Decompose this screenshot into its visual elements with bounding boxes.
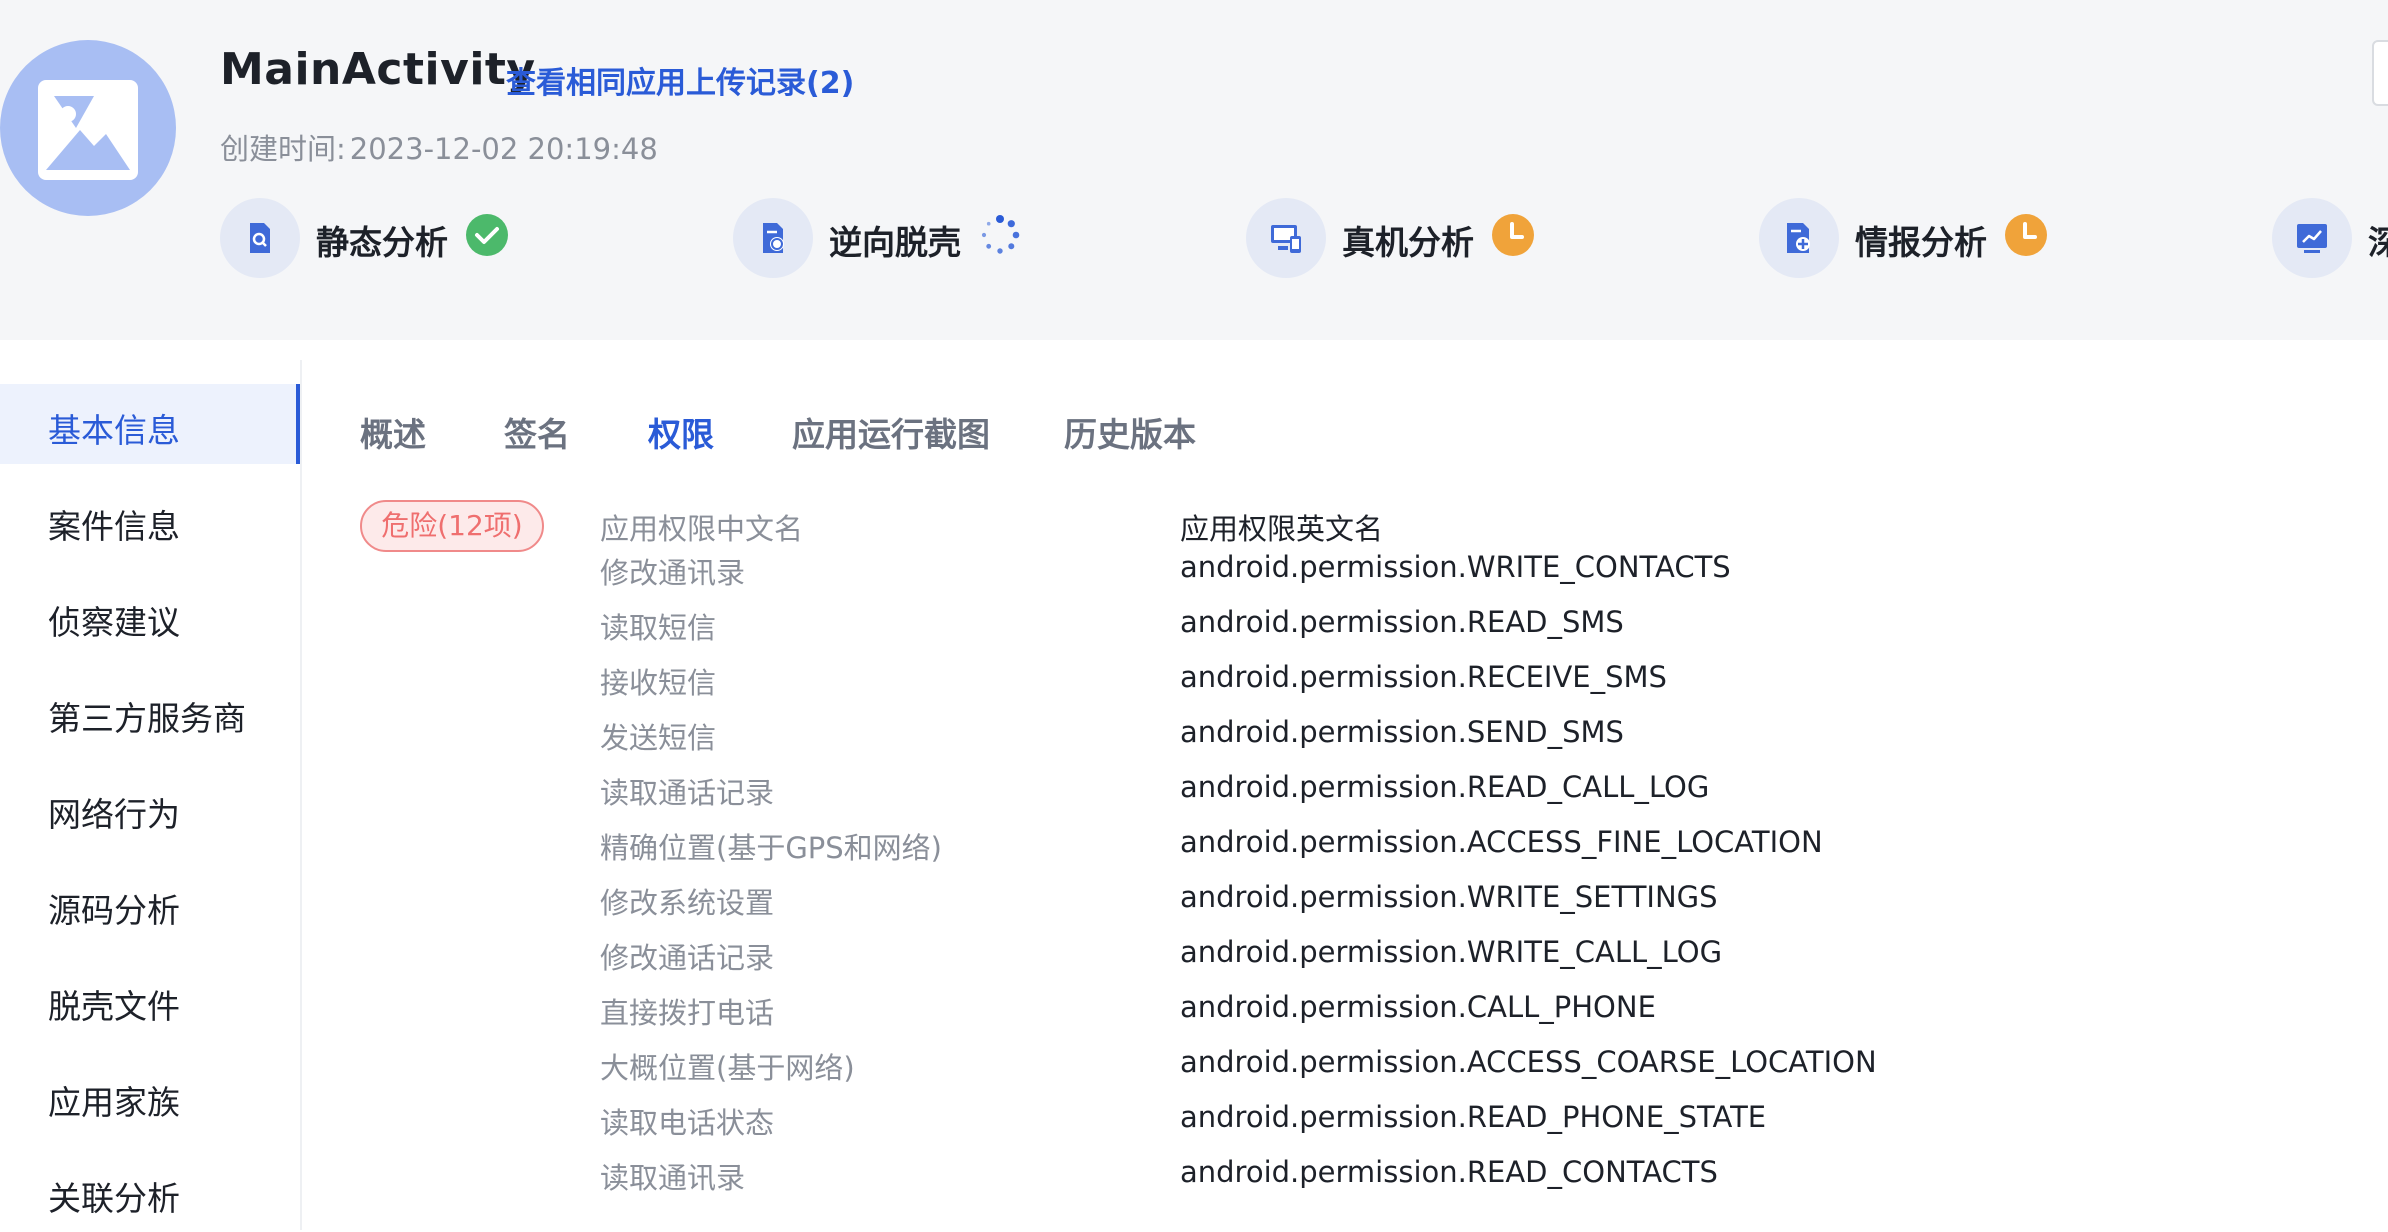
sidebar-item-investigation-advice[interactable]: 侦察建议	[0, 576, 300, 656]
sidebar: 基本信息 案件信息 侦察建议 第三方服务商 网络行为 源码分析 脱壳文件 应用家…	[0, 360, 302, 1230]
tab-history-versions[interactable]: 历史版本	[1064, 408, 1196, 456]
permission-cn-name: 修改通讯录	[600, 556, 746, 590]
permission-en-name: android.permission.WRITE_CONTACTS	[1180, 550, 1731, 584]
tab-runtime-screenshots[interactable]: 应用运行截图	[792, 408, 990, 456]
permission-row: 读取电话状态 android.permission.READ_PHONE_STA…	[600, 1100, 2300, 1150]
permission-row: 直接拨打电话 android.permission.CALL_PHONE	[600, 990, 2300, 1040]
doc-unpack-icon	[733, 198, 813, 278]
permission-row: 发送短信 android.permission.SEND_SMS	[600, 715, 2300, 765]
permission-row: 读取通讯录 android.permission.READ_CONTACTS	[600, 1155, 2300, 1205]
app-image-placeholder-icon	[0, 40, 176, 216]
clock-pending-icon	[2005, 214, 2047, 256]
app-header: MainActivity 查看相同应用上传记录(2) 创建时间: 2023-12-…	[0, 0, 2388, 340]
column-header-cn-name: 应用权限中文名	[600, 512, 804, 546]
check-circle-icon	[466, 214, 508, 256]
app-name: MainActivity	[220, 44, 536, 95]
permission-cn-name: 发送短信	[600, 721, 717, 755]
permission-en-name: android.permission.SEND_SMS	[1180, 715, 1624, 749]
sidebar-item-label: 基本信息	[48, 411, 180, 450]
permission-cn-name: 修改系统设置	[600, 886, 775, 920]
step-device-analysis[interactable]: 真机分析	[1246, 198, 1546, 278]
sidebar-item-label: 脱壳文件	[48, 987, 180, 1026]
sidebar-item-label: 关联分析	[48, 1179, 180, 1218]
step-label: 逆向脱壳	[829, 223, 961, 262]
doc-intel-icon	[1759, 198, 1839, 278]
sidebar-item-case-info[interactable]: 案件信息	[0, 480, 300, 560]
created-time-label: 创建时间:	[220, 132, 346, 166]
analysis-steps: 静态分析 逆向脱壳 真机分析 情报分析 深	[220, 198, 2388, 278]
step-static-analysis[interactable]: 静态分析	[220, 198, 520, 278]
permission-row: 修改通讯录 android.permission.WRITE_CONTACTS	[600, 550, 2300, 600]
permission-row: 修改系统设置 android.permission.WRITE_SETTINGS	[600, 880, 2300, 930]
sidebar-item-third-party[interactable]: 第三方服务商	[0, 672, 300, 752]
created-time-value: 2023-12-02 20:19:48	[349, 132, 658, 166]
sidebar-item-source-analysis[interactable]: 源码分析	[0, 864, 300, 944]
permission-en-name: android.permission.CALL_PHONE	[1180, 990, 1656, 1024]
loading-spinner-icon	[979, 214, 1021, 256]
sidebar-item-label: 侦察建议	[48, 603, 180, 642]
sidebar-item-label: 第三方服务商	[48, 699, 246, 738]
permission-cn-name: 精确位置(基于GPS和网络)	[600, 831, 942, 865]
sidebar-item-app-family[interactable]: 应用家族	[0, 1056, 300, 1136]
header-right-control[interactable]	[2372, 40, 2388, 106]
created-time: 创建时间: 2023-12-02 20:19:48	[220, 126, 658, 168]
doc-search-icon	[220, 198, 300, 278]
permission-row: 大概位置(基于网络) android.permission.ACCESS_COA…	[600, 1045, 2300, 1095]
permission-cn-name: 读取通讯录	[600, 1161, 746, 1195]
permission-en-name: android.permission.ACCESS_FINE_LOCATION	[1180, 825, 1823, 859]
permission-row: 精确位置(基于GPS和网络) android.permission.ACCESS…	[600, 825, 2300, 875]
step-deep-analysis[interactable]: 深	[2272, 198, 2388, 278]
permission-row: 读取通话记录 android.permission.READ_CALL_LOG	[600, 770, 2300, 820]
tab-overview[interactable]: 概述	[360, 408, 426, 456]
permission-row: 修改通话记录 android.permission.WRITE_CALL_LOG	[600, 935, 2300, 985]
sidebar-item-basic-info[interactable]: 基本信息	[0, 384, 300, 464]
permission-en-name: android.permission.WRITE_SETTINGS	[1180, 880, 1718, 914]
step-reverse-unpack[interactable]: 逆向脱壳	[733, 198, 1033, 278]
permission-cn-name: 直接拨打电话	[600, 996, 775, 1030]
sidebar-item-network-behavior[interactable]: 网络行为	[0, 768, 300, 848]
permission-row: 读取短信 android.permission.READ_SMS	[600, 605, 2300, 655]
permission-en-name: android.permission.RECEIVE_SMS	[1180, 660, 1667, 694]
tab-permissions[interactable]: 权限	[648, 408, 714, 456]
tab-signature[interactable]: 签名	[504, 408, 570, 456]
step-label: 情报分析	[1855, 223, 1987, 262]
upload-history-link[interactable]: 查看相同应用上传记录(2)	[506, 58, 854, 102]
step-intel-analysis[interactable]: 情报分析	[1759, 198, 2059, 278]
device-monitor-icon	[1246, 198, 1326, 278]
permission-en-name: android.permission.READ_CONTACTS	[1180, 1155, 1718, 1189]
sidebar-item-unpacked-files[interactable]: 脱壳文件	[0, 960, 300, 1040]
column-header-en-name: 应用权限英文名	[1180, 512, 1384, 546]
sidebar-item-label: 应用家族	[48, 1083, 180, 1122]
sidebar-item-label: 案件信息	[48, 507, 180, 546]
permission-en-name: android.permission.READ_SMS	[1180, 605, 1624, 639]
sidebar-item-label: 源码分析	[48, 891, 180, 930]
step-label: 深	[2368, 223, 2388, 262]
permission-cn-name: 修改通话记录	[600, 941, 775, 975]
sidebar-item-label: 网络行为	[48, 795, 180, 834]
step-label: 静态分析	[316, 223, 448, 262]
step-label: 真机分析	[1342, 223, 1474, 262]
permission-row: 接收短信 android.permission.RECEIVE_SMS	[600, 660, 2300, 710]
permission-cn-name: 接收短信	[600, 666, 717, 700]
permission-cn-name: 读取电话状态	[600, 1106, 775, 1140]
permission-en-name: android.permission.READ_PHONE_STATE	[1180, 1100, 1767, 1134]
danger-count-badge: 危险(12项)	[360, 500, 544, 552]
permission-cn-name: 读取通话记录	[600, 776, 775, 810]
permission-cn-name: 大概位置(基于网络)	[600, 1051, 855, 1085]
chart-trend-icon	[2272, 198, 2352, 278]
permission-en-name: android.permission.ACCESS_COARSE_LOCATIO…	[1180, 1045, 1877, 1079]
permission-cn-name: 读取短信	[600, 611, 717, 645]
clock-pending-icon	[1492, 214, 1534, 256]
permission-en-name: android.permission.READ_CALL_LOG	[1180, 770, 1710, 804]
permission-en-name: android.permission.WRITE_CALL_LOG	[1180, 935, 1723, 969]
sidebar-item-related-analysis[interactable]: 关联分析	[0, 1152, 300, 1232]
